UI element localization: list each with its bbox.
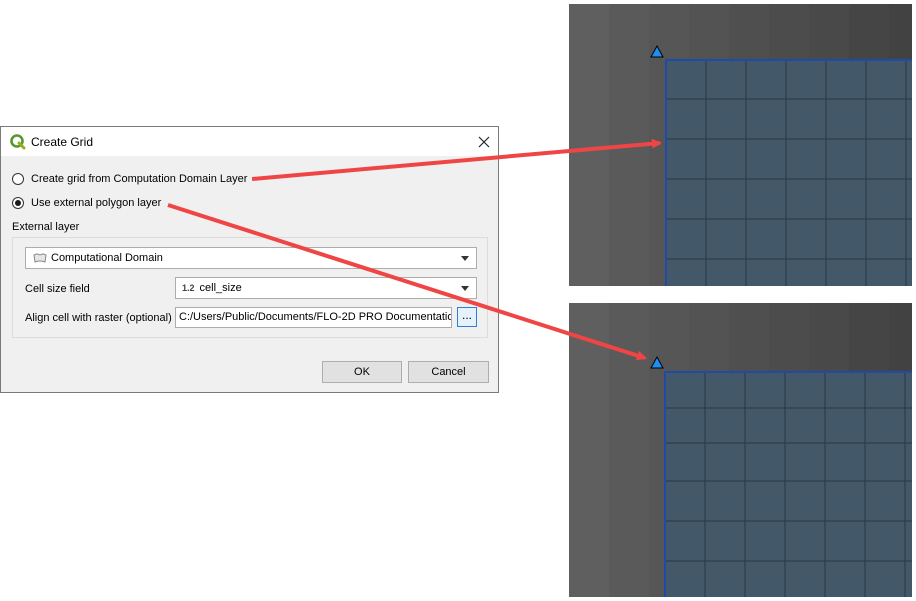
layer-combo[interactable]: Computational Domain — [25, 247, 477, 269]
cell-size-value: cell_size — [199, 282, 242, 294]
cell-size-combo[interactable]: 1.2 cell_size — [175, 277, 477, 299]
radio-label: Use external polygon layer — [31, 197, 162, 209]
title-bar: Create Grid — [1, 127, 498, 156]
radio-button[interactable] — [12, 197, 24, 209]
grid-preview-external-layer — [569, 303, 912, 597]
radio-button[interactable] — [12, 173, 24, 185]
computational-grid — [665, 59, 912, 286]
chevron-down-icon — [461, 286, 469, 291]
radio-use-external-layer[interactable]: Use external polygon layer — [12, 195, 161, 211]
align-raster-path-field[interactable]: C:/Users/Public/Documents/FLO-2D PRO Doc… — [175, 307, 452, 328]
triangle-vertex-icon — [650, 44, 664, 58]
radio-create-from-domain[interactable]: Create grid from Computation Domain Laye… — [12, 171, 247, 187]
create-grid-dialog: Create Grid Create grid from Computation… — [0, 126, 499, 393]
align-raster-label: Align cell with raster (optional) — [25, 312, 172, 324]
cell-size-label: Cell size field — [25, 283, 90, 295]
grid-preview-from-domain — [569, 4, 912, 286]
computational-grid — [664, 371, 912, 597]
qgis-icon — [10, 134, 26, 150]
browse-button[interactable]: ... — [457, 307, 477, 327]
layer-combo-value: Computational Domain — [51, 252, 163, 264]
cancel-button[interactable]: Cancel — [408, 361, 489, 383]
dialog-title: Create Grid — [31, 135, 94, 149]
polygon-layer-icon — [33, 253, 47, 263]
chevron-down-icon — [461, 256, 469, 261]
numeric-field-icon: 1.2 — [182, 283, 195, 293]
close-icon[interactable] — [475, 133, 493, 151]
radio-label: Create grid from Computation Domain Laye… — [31, 173, 248, 185]
ok-button[interactable]: OK — [322, 361, 402, 383]
triangle-vertex-icon — [650, 355, 664, 369]
external-layer-group-label: External layer — [12, 221, 80, 233]
